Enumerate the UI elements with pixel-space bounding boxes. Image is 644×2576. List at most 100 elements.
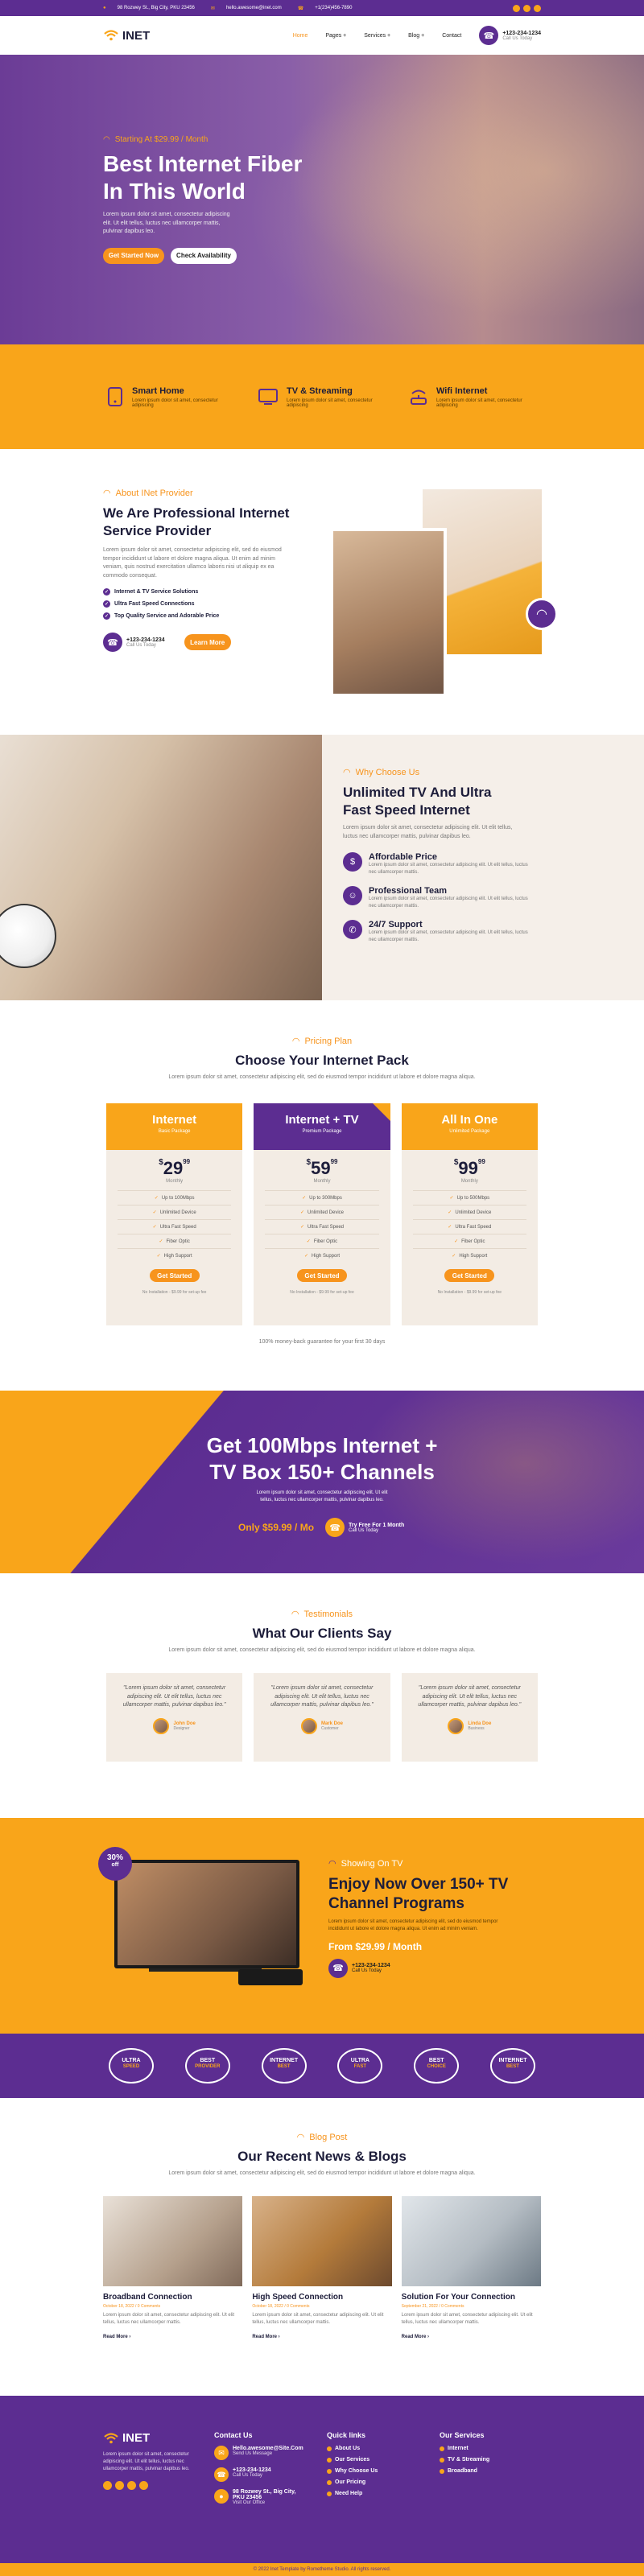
footer-contact-item[interactable]: ✉ Hello.awesome@Site.Com Send Us Message [214,2446,319,2460]
feature-desc: Lorem ipsum dolor sit amet, consectetur … [436,398,522,408]
get-started-button[interactable]: Get Started [149,1269,200,1282]
check-icon: ✓ [152,1210,157,1215]
check-icon: ✓ [152,1225,157,1230]
blog-card[interactable]: High Speed Connection October 18, 2022 / … [252,2196,392,2339]
why-title-line2: Fast Speed Internet [343,802,470,818]
pricing-desc: Lorem ipsum dolor sit amet, consectetur … [168,1074,476,1080]
plan-feature-text: Ultra Fast Speed [159,1225,196,1230]
pricing-section: ◠ Pricing Plan Choose Your Internet Pack … [0,1000,644,1391]
why-desc: Lorem ipsum dolor sit amet, consectetur … [343,825,513,839]
blog-image [252,2196,392,2286]
footer-service-link[interactable]: Broadband [440,2468,528,2474]
footer-contact-item[interactable]: ● 98 Rozwey St., Big City, PKU 23456 Visi… [214,2489,319,2505]
footer-service-link[interactable]: Internet [440,2446,528,2451]
testimonials-section: ◠ Testimonials What Our Clients Say Lorem… [0,1573,644,1818]
plan-price-cents: 99 [183,1158,191,1165]
plan-sub: Unlimited Package [449,1129,490,1134]
footer-link[interactable]: Our Pricing [327,2479,415,2485]
blog-card[interactable]: Broadband Connection October 18, 2022 / 0… [103,2196,243,2339]
footer-link[interactable]: Why Choose Us [327,2468,415,2474]
topbar-address: 98 Rozwey St., Big City, PKU 23456 [117,6,195,10]
read-more-link[interactable]: Read More › [252,2335,391,2339]
footer-link[interactable]: Need Help [327,2491,415,2496]
badge-line2: CHOICE [427,2063,446,2069]
free-trial-button[interactable]: ☎ Try Free For 1 Month Call Us Today [325,1518,404,1537]
plan-feature-text: Fiber Optic [166,1239,190,1244]
mail-icon: ✉ [210,6,215,11]
author-name: John Doe [173,1721,196,1726]
twitter-icon[interactable] [523,4,530,12]
footer-link[interactable]: About Us [327,2446,415,2451]
map-pin-icon: ● [214,2489,229,2504]
get-started-button[interactable]: Get Started [444,1269,495,1282]
badge-line1: INTERNET [270,2058,299,2063]
instagram-icon[interactable] [534,4,541,12]
badge-line1: BEST [428,2058,444,2063]
topbar-email[interactable]: hello.awesome@inet.com [226,6,282,10]
nav-item-home[interactable]: Home [293,33,308,39]
discount-badge: 30% off [98,1847,132,1881]
footer: INET Lorem ipsum dolor sit amet, consect… [0,2396,644,2576]
check-availability-button[interactable]: Check Availability [171,247,237,264]
footer-link-label: About Us [335,2446,361,2451]
plan-period: Monthly [313,1179,331,1184]
blog-excerpt: Lorem ipsum dolor sit amet, consectetur … [401,2313,533,2325]
plan-price-cents: 99 [477,1158,485,1165]
testimonial-author: Linda Doe Business [415,1717,525,1734]
nav-item-blog[interactable]: Blog + [408,33,424,39]
wifi-icon: ◠ [296,2133,305,2142]
tv-phone[interactable]: ☎ +123-234-1234 Call Us Today [328,1958,538,1978]
nav-phone[interactable]: ☎ +123-234-1234 Call Us Today [479,26,541,45]
blog-eyebrow: Blog Post [309,2132,348,2142]
footer-contact-line2: Send Us Message [233,2451,273,2456]
avatar [153,1717,170,1734]
badge-line2: SPEED [122,2063,140,2069]
footer-link-label: Our Services [335,2457,370,2463]
plan-name: Internet + TV [285,1113,359,1127]
footer-link[interactable]: Our Services [327,2457,415,2463]
phone-icon: ☎ [214,2467,229,2482]
facebook-icon[interactable] [103,2481,112,2490]
phone-icon: ☎ [297,6,304,11]
read-more-link[interactable]: Read More › [103,2335,242,2339]
blog-post-title[interactable]: Solution For Your Connection [402,2293,541,2302]
feature-title: TV & Streaming [287,385,353,396]
nav-item-services[interactable]: Services + [364,33,390,39]
footer-logo-text: INET [122,2431,151,2445]
blog-post-title[interactable]: Broadband Connection [103,2293,242,2302]
promo-title-line2: TV Box 150+ Channels [209,1459,435,1484]
instagram-icon[interactable] [127,2481,136,2490]
why-item-title: 24/7 Support [369,920,423,930]
blog-card[interactable]: Solution For Your Connection September 21… [401,2196,541,2339]
about-phone[interactable]: ☎ +123-234-1234 Call Us Today [103,633,165,653]
plan-feature: ✓ Up to 100Mbps [118,1190,232,1205]
footer-service-link[interactable]: TV & Streaming [440,2457,528,2463]
footer-contact-line2: Call Us Today [233,2473,262,2478]
bullet-icon [327,2468,332,2474]
blog-post-title[interactable]: High Speed Connection [252,2293,391,2302]
avatar [448,1717,464,1734]
youtube-icon[interactable] [139,2481,148,2490]
discount-value: 30% [106,1853,123,1862]
plan-feature-text: High Support [311,1254,341,1259]
pricing-card: Internet + TV Premium Package $5999 Monthly… [254,1103,390,1325]
tv-icon [258,389,278,405]
twitter-icon[interactable] [115,2481,124,2490]
nav-item-contact[interactable]: Contact [442,33,461,39]
get-started-button[interactable]: Get Started [296,1269,347,1282]
features-strip: Smart Home Lorem ipsum dolor sit amet, c… [0,344,644,449]
badge-line1: BEST [200,2058,216,2063]
footer-logo[interactable]: INET [103,2431,192,2445]
logo[interactable]: INET [103,29,150,43]
get-started-button[interactable]: Get Started Now [103,247,164,264]
learn-more-button[interactable]: Learn More [184,634,231,651]
footer-contact-item[interactable]: ☎ +123-234-1234 Call Us Today [214,2467,319,2482]
nav-item-pages[interactable]: Pages + [325,33,346,39]
feature-title: Smart Home [132,385,184,396]
plan-name: All In One [441,1113,498,1127]
topbar-phone[interactable]: +1(234)456-7890 [315,6,352,10]
facebook-icon[interactable] [513,4,520,12]
read-more-link[interactable]: Read More › [402,2335,541,2339]
promo-banner: Get 100Mbps Internet + TV Box 150+ Chann… [0,1391,644,1573]
award-badge: INTERNET BEST [261,2048,307,2083]
